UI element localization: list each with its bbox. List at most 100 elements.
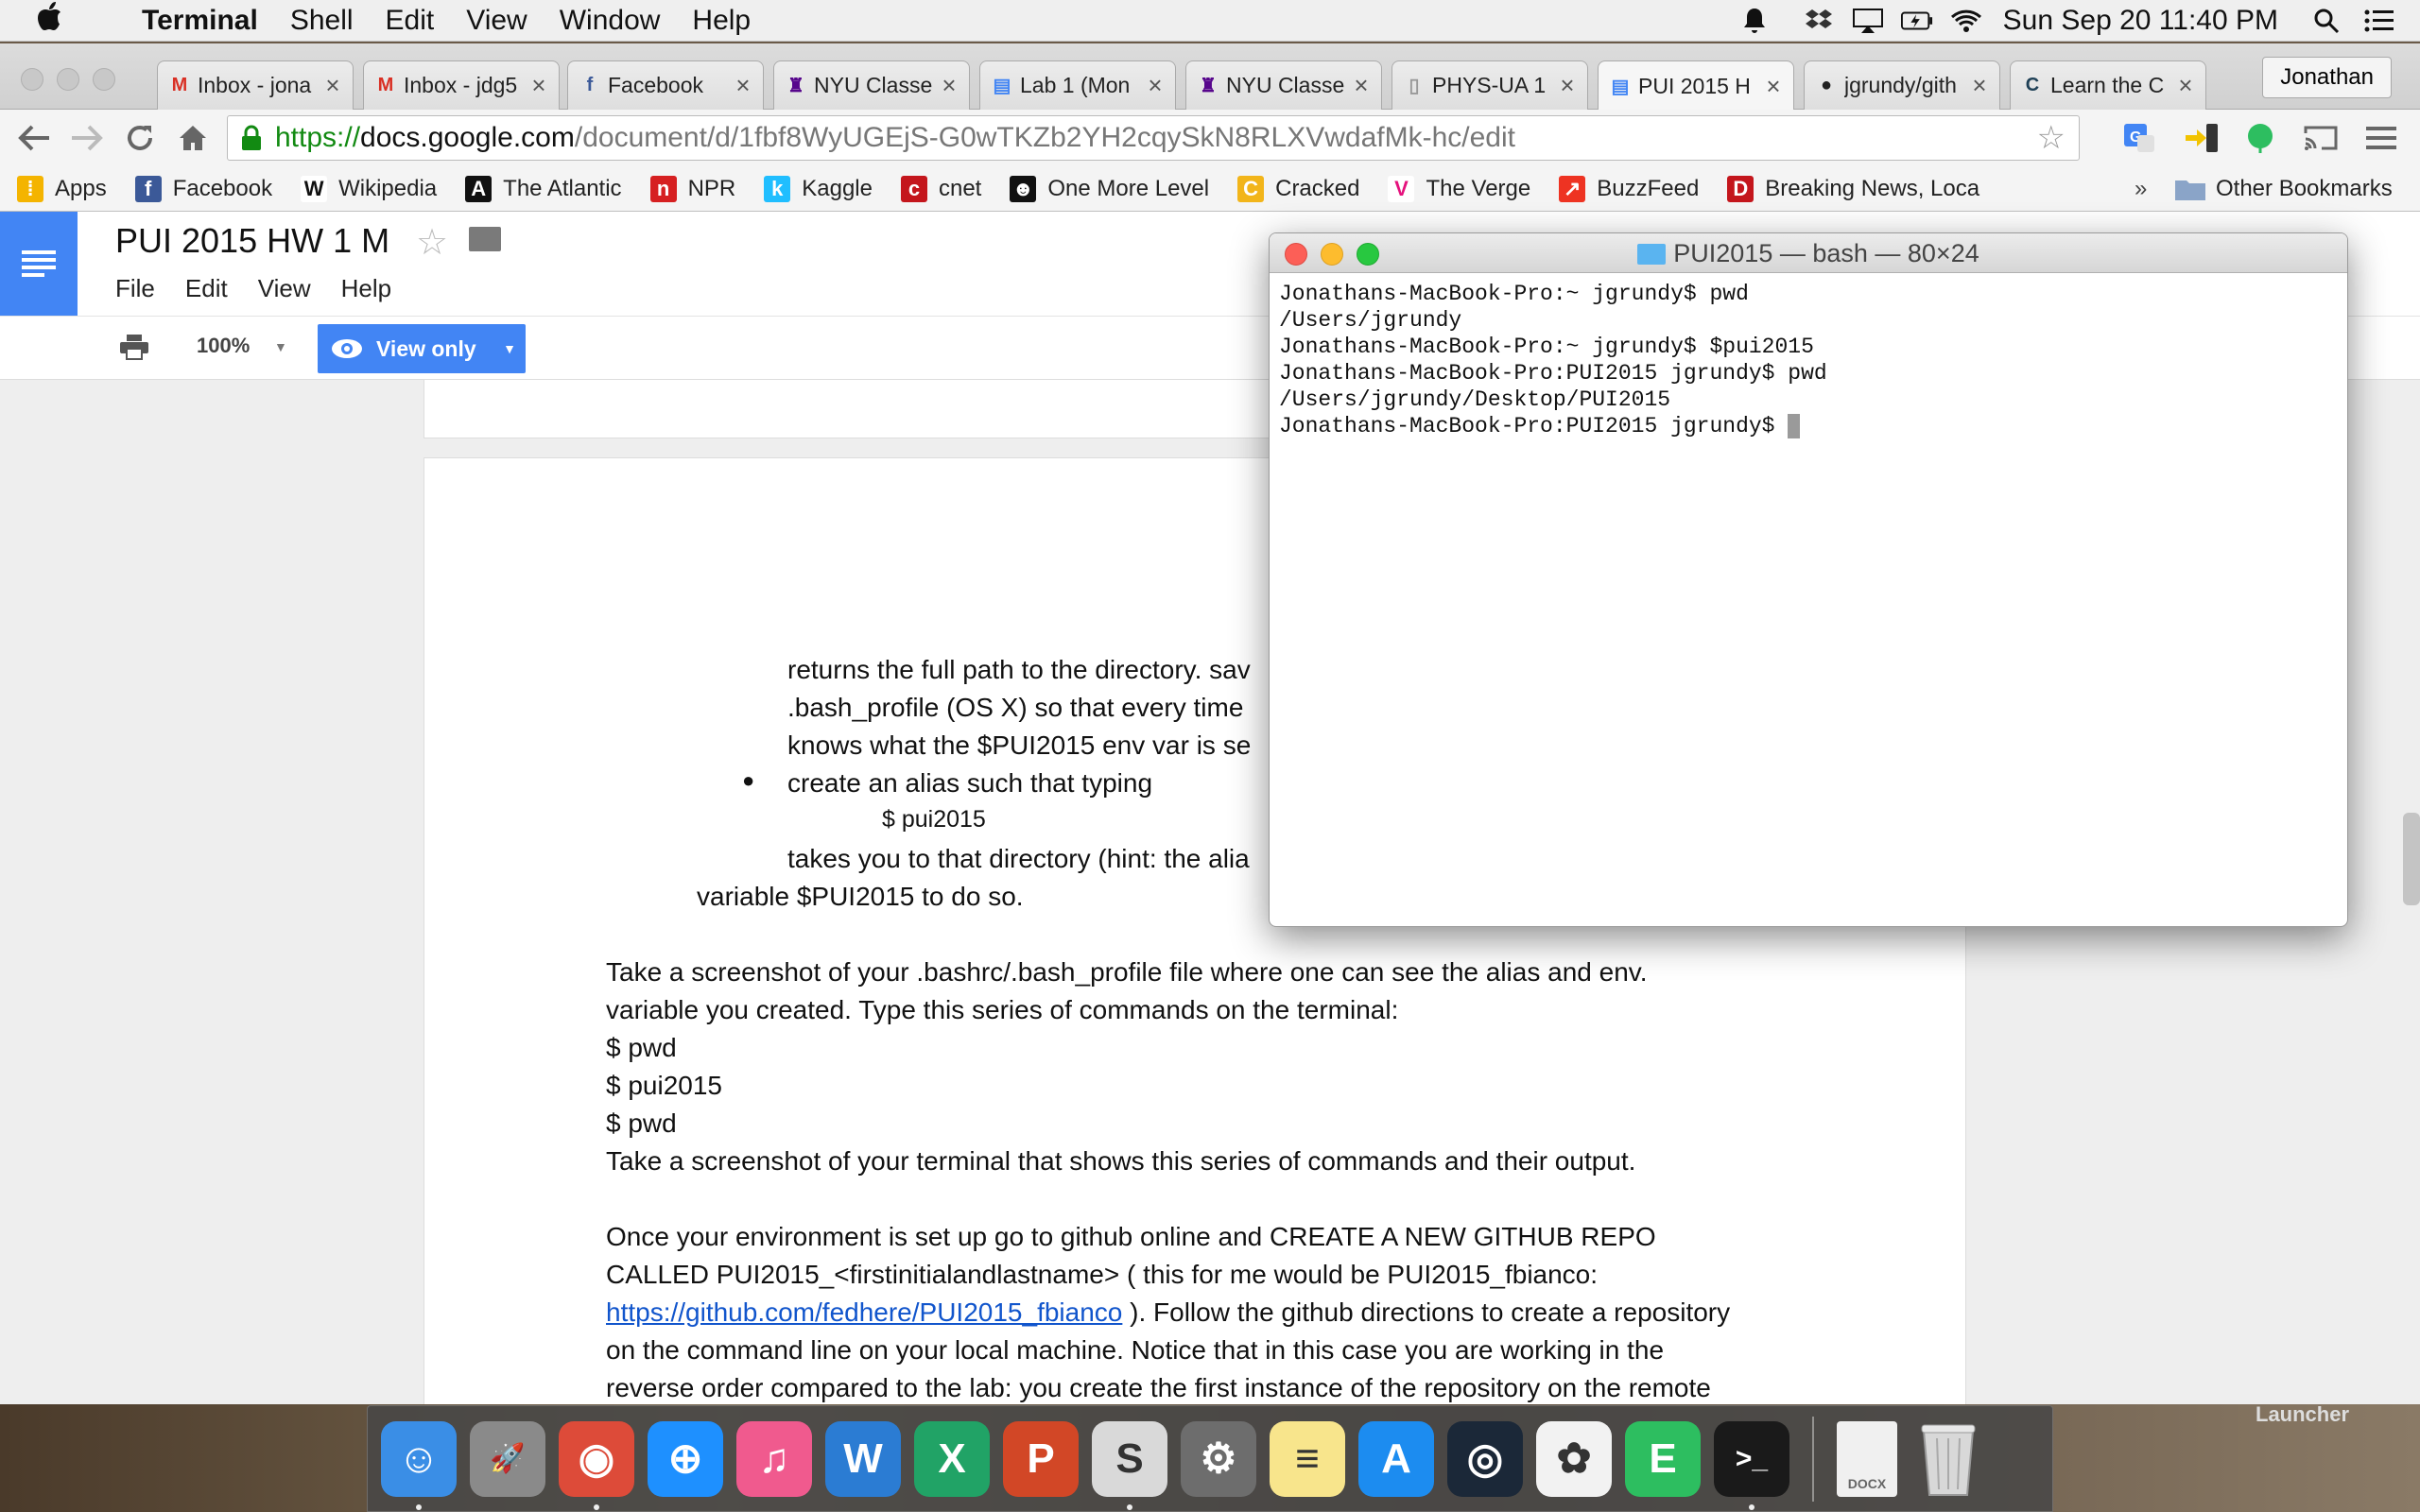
wifi-icon[interactable] (1950, 7, 1982, 35)
zoom-caret-icon[interactable]: ▼ (274, 339, 287, 354)
bookmark-item[interactable]: ⁞ Apps (17, 175, 107, 202)
tab-close-icon[interactable]: × (322, 71, 343, 100)
cast-icon[interactable] (2303, 121, 2339, 155)
print-icon[interactable] (119, 334, 149, 360)
airplay-icon[interactable] (1852, 7, 1884, 35)
other-bookmarks[interactable]: Other Bookmarks (2174, 176, 2393, 202)
safari-icon[interactable]: ⊕ (648, 1420, 723, 1497)
word-icon[interactable]: W (825, 1420, 901, 1497)
tab[interactable]: ● jgrundy/gith × (1804, 60, 2000, 110)
docs-logo-icon[interactable] (0, 212, 78, 316)
tab-close-icon[interactable]: × (2175, 71, 2196, 100)
launchpad-icon[interactable]: 🚀 (470, 1420, 545, 1497)
powerpoint-icon[interactable]: P (1003, 1420, 1079, 1497)
notification-bell-icon[interactable] (1738, 7, 1771, 35)
system-preferences-icon[interactable]: ⚙ (1181, 1420, 1256, 1497)
notes-icon[interactable]: ≡ (1270, 1420, 1345, 1497)
battery-icon[interactable] (1900, 7, 1933, 35)
docx-file-icon[interactable]: DOCX (1837, 1420, 1897, 1497)
tab-close-icon[interactable]: × (1763, 72, 1784, 101)
bookmark-item[interactable]: c cnet (900, 175, 981, 202)
tab[interactable]: ▤ Lab 1 (Mon × (979, 60, 1176, 110)
bookmark-item[interactable]: ↗ BuzzFeed (1559, 175, 1699, 202)
bookmark-item[interactable]: C Cracked (1237, 175, 1359, 202)
scrollbar[interactable] (2403, 813, 2420, 905)
star-icon[interactable]: ☆ (416, 221, 448, 264)
menu-app-name[interactable]: Terminal (142, 5, 258, 37)
tab-close-icon[interactable]: × (1557, 71, 1578, 100)
chrome-icon[interactable]: ◉ (559, 1420, 634, 1510)
menu-window[interactable]: Window (560, 5, 661, 37)
tab-close-icon[interactable]: × (1969, 71, 1990, 100)
tab[interactable]: M Inbox - jona × (157, 60, 354, 110)
tab[interactable]: f Facebook × (567, 60, 764, 110)
back-arrow-icon[interactable] (15, 119, 53, 157)
tab-close-icon[interactable]: × (528, 71, 549, 100)
address-bar[interactable]: https:// docs.google.com /document/d/1fb… (227, 115, 2080, 161)
docs-menu-edit[interactable]: Edit (185, 274, 228, 303)
tab-close-icon[interactable]: × (733, 71, 753, 100)
bookmark-item[interactable]: k Kaggle (764, 175, 873, 202)
repo-link[interactable]: https://github.com/fedhere/PUI2015_fbian… (606, 1297, 1122, 1327)
forward-arrow-icon[interactable] (68, 119, 106, 157)
tab-close-icon[interactable]: × (1145, 71, 1166, 100)
tab[interactable]: C Learn the C × (2010, 60, 2206, 110)
menu-edit[interactable]: Edit (386, 5, 435, 37)
spotlight-search-icon[interactable] (2310, 7, 2342, 35)
docs-menu-help[interactable]: Help (341, 274, 391, 303)
translate-extension-icon[interactable]: G (2121, 121, 2157, 155)
docs-menu-file[interactable]: File (115, 274, 155, 303)
tab[interactable]: ▯ PHYS-UA 1 × (1392, 60, 1588, 110)
photos-icon[interactable]: ✿ (1536, 1420, 1612, 1497)
bookmark-star-icon[interactable]: ☆ (2037, 119, 2066, 157)
window-close-button[interactable] (21, 68, 43, 91)
menu-help[interactable]: Help (692, 5, 751, 37)
reload-icon[interactable] (121, 119, 159, 157)
document-title[interactable]: PUI 2015 HW 1 M (115, 221, 389, 261)
window-zoom-button[interactable] (93, 68, 115, 91)
tab[interactable]: ▤ PUI 2015 H × (1598, 60, 1794, 111)
tab[interactable]: ♜ NYU Classe × (773, 60, 970, 110)
finder-icon[interactable]: ☺ (381, 1420, 457, 1510)
dropbox-icon[interactable] (1803, 7, 1835, 35)
phone-extension-icon[interactable] (2184, 121, 2220, 155)
folder-icon[interactable] (469, 227, 501, 251)
terminal-output[interactable]: Jonathans-MacBook-Pro:~ jgrundy$ pwd/Use… (1270, 273, 2347, 447)
tab-close-icon[interactable]: × (1351, 71, 1372, 100)
profile-button[interactable]: Jonathan (2262, 57, 2392, 98)
excel-icon[interactable]: X (914, 1420, 990, 1497)
trash-icon[interactable] (1910, 1421, 1986, 1497)
apple-menu-icon[interactable] (36, 1, 78, 40)
evernote-icon[interactable]: E (1625, 1420, 1701, 1497)
terminal-titlebar[interactable]: PUI2015 — bash — 80×24 (1270, 233, 2347, 273)
terminal-window[interactable]: PUI2015 — bash — 80×24 Jonathans-MacBook… (1269, 232, 2348, 927)
window-minimize-button[interactable] (57, 68, 79, 91)
bookmark-item[interactable]: A The Atlantic (465, 175, 622, 202)
slack-icon[interactable]: S (1092, 1420, 1167, 1510)
view-only-caret-icon[interactable]: ▼ (503, 341, 516, 356)
terminal-icon[interactable]: >_ (1714, 1420, 1789, 1510)
tab[interactable]: M Inbox - jdg5 × (363, 60, 560, 110)
home-icon[interactable] (174, 119, 212, 157)
itunes-icon[interactable]: ♫ (736, 1420, 812, 1497)
docs-menu-view[interactable]: View (258, 274, 311, 303)
tab-close-icon[interactable]: × (939, 71, 959, 100)
notification-center-icon[interactable] (2363, 7, 2395, 35)
chrome-menu-icon[interactable] (2363, 121, 2399, 155)
bookmark-item[interactable]: ☻ One More Level (1010, 175, 1209, 202)
bookmarks-overflow-chevron[interactable]: » (2135, 176, 2147, 202)
tab[interactable]: ♜ NYU Classe × (1185, 60, 1382, 110)
bookmark-item[interactable]: W Wikipedia (301, 175, 437, 202)
bookmark-item[interactable]: V The Verge (1388, 175, 1530, 202)
zoom-select[interactable]: 100% (197, 334, 250, 358)
view-only-button[interactable]: View only ▼ (318, 324, 526, 373)
bookmark-item[interactable]: f Facebook (134, 175, 272, 202)
evernote-extension-icon[interactable] (2242, 121, 2278, 155)
steam-icon[interactable]: ◎ (1447, 1420, 1523, 1497)
launcher-label[interactable]: Launcher (2256, 1402, 2349, 1427)
app-store-icon[interactable]: A (1358, 1420, 1434, 1497)
menu-shell[interactable]: Shell (290, 5, 354, 37)
bookmark-item[interactable]: D Breaking News, Loca (1727, 175, 1979, 202)
bookmark-item[interactable]: n NPR (649, 175, 735, 202)
menubar-clock[interactable]: Sun Sep 20 11:40 PM (2003, 5, 2278, 37)
